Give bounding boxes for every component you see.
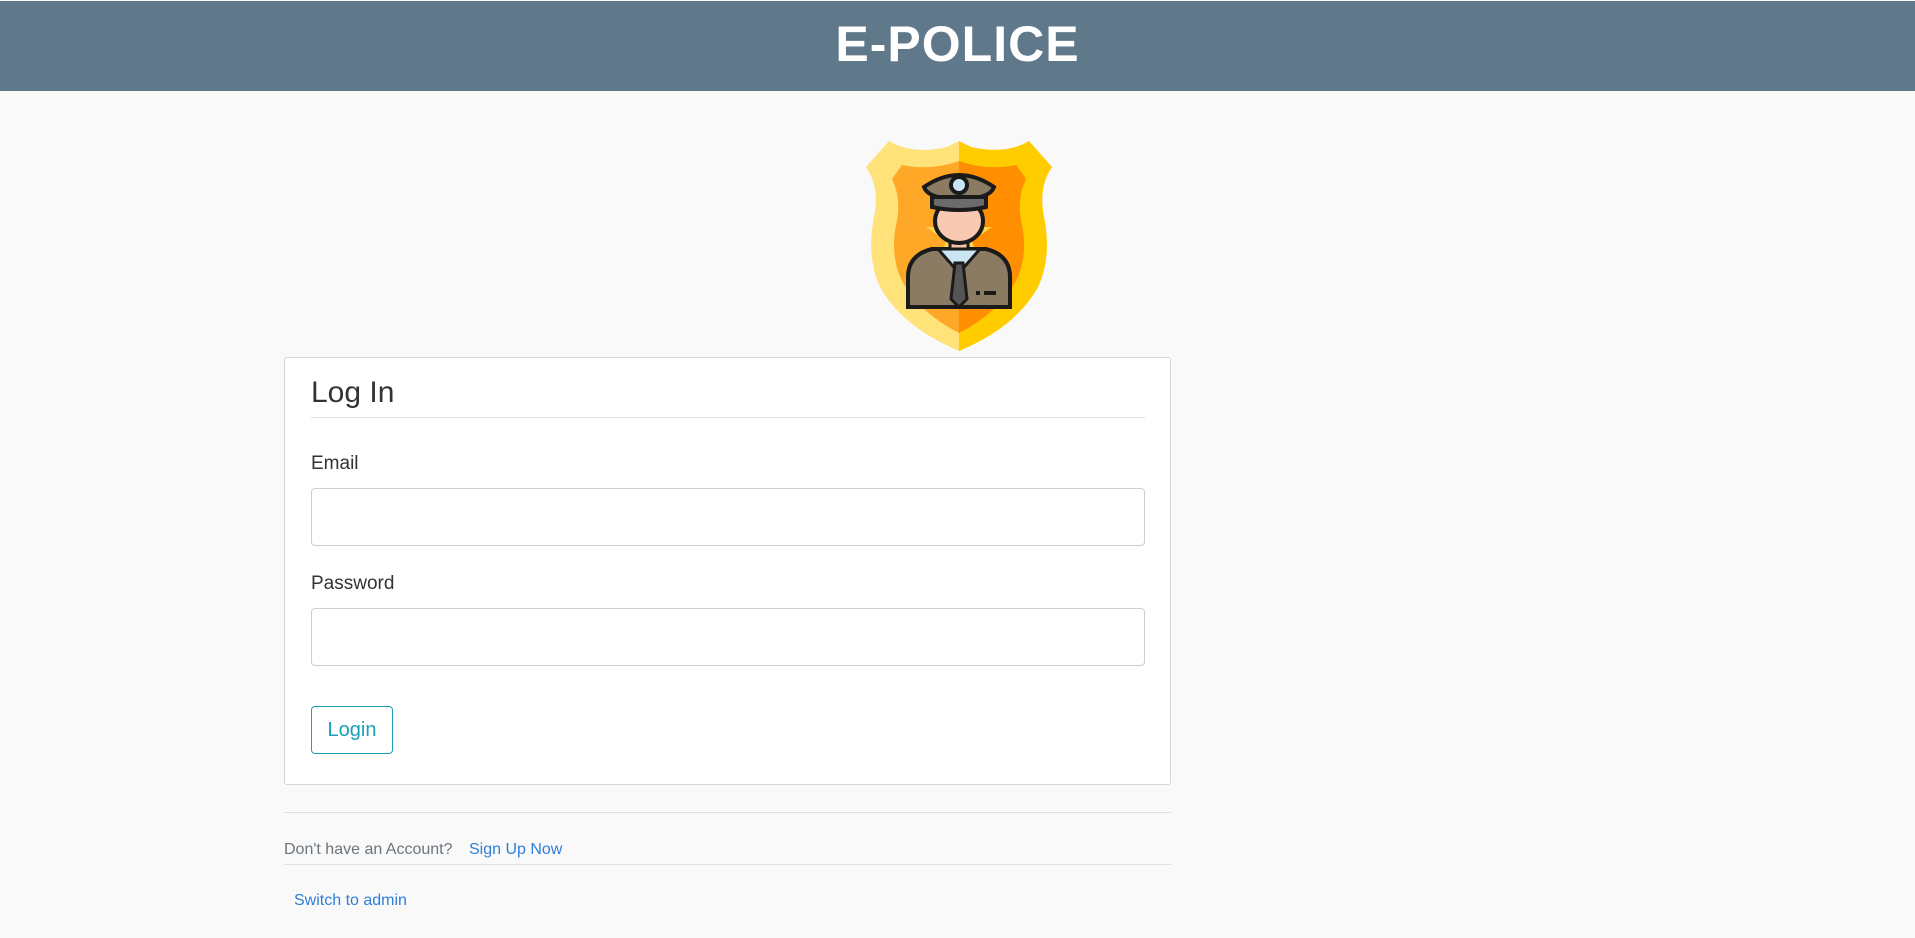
footer-divider-top (284, 812, 1171, 813)
email-field[interactable] (311, 488, 1145, 546)
footer-divider-bottom (284, 864, 1171, 865)
login-card: Log In Email Password Login (284, 357, 1171, 785)
password-label: Password (311, 573, 395, 594)
app-header: E-POLICE (0, 1, 1915, 91)
app-title: E-POLICE (835, 16, 1080, 72)
login-button[interactable]: Login (311, 706, 393, 754)
heading-divider (311, 417, 1145, 418)
signup-row: Don't have an Account? Sign Up Now (284, 841, 562, 859)
signup-prompt: Don't have an Account? (284, 841, 453, 858)
password-field[interactable] (311, 608, 1145, 666)
signup-link[interactable]: Sign Up Now (469, 841, 562, 858)
login-heading: Log In (311, 376, 395, 409)
police-officer-badge-icon (866, 137, 1052, 353)
email-label: Email (311, 453, 359, 474)
switch-to-admin-link[interactable]: Switch to admin (294, 892, 407, 910)
